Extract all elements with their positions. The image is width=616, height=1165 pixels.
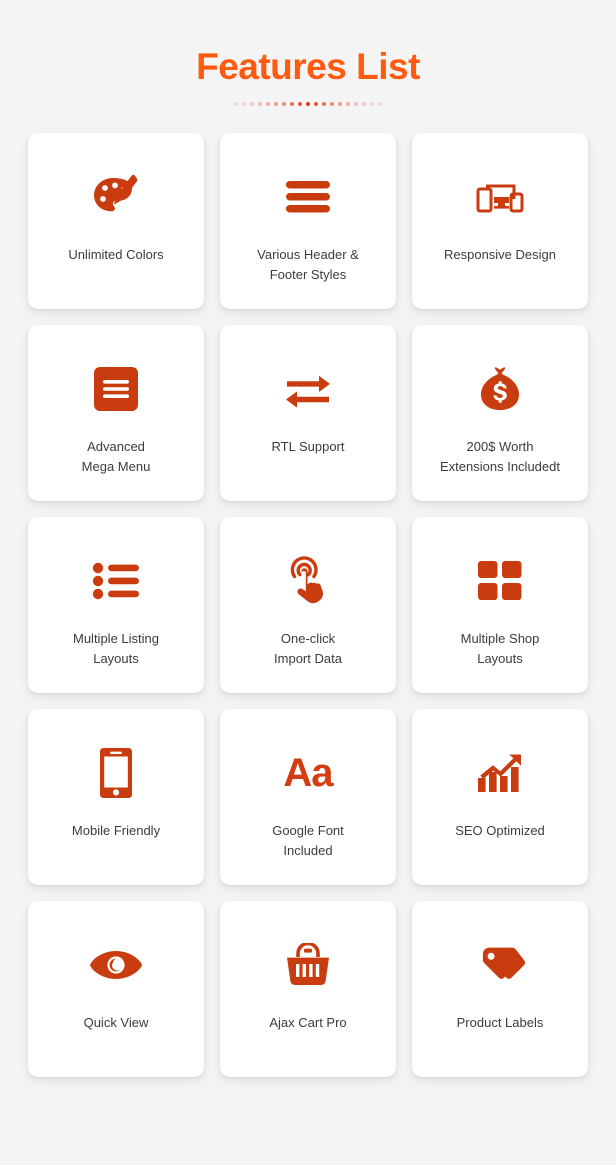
feature-card-label: Google Font Included bbox=[272, 823, 344, 858]
feature-card-label: Multiple Listing Layouts bbox=[73, 631, 159, 666]
feature-card-label: One-click Import Data bbox=[274, 631, 342, 666]
divider-dot bbox=[338, 102, 342, 106]
feature-card[interactable]: Ajax Cart Pro bbox=[220, 901, 396, 1077]
feature-card[interactable]: Multiple Shop Layouts bbox=[412, 517, 588, 693]
divider-dot bbox=[250, 102, 254, 106]
divider-dot bbox=[306, 102, 310, 106]
divider-dot bbox=[378, 102, 382, 106]
divider-dot bbox=[266, 102, 270, 106]
shopping-basket-icon bbox=[230, 919, 386, 1011]
eye-icon bbox=[38, 919, 194, 1011]
divider-dot bbox=[314, 102, 318, 106]
page-header: Features List bbox=[0, 0, 616, 109]
menu-bars-icon bbox=[230, 151, 386, 243]
feature-card-label: SEO Optimized bbox=[455, 823, 545, 838]
feature-card-label: RTL Support bbox=[271, 439, 345, 454]
feature-card-label: Product Labels bbox=[456, 1015, 544, 1030]
feature-card[interactable]: One-click Import Data bbox=[220, 517, 396, 693]
features-grid: Unlimited Colors Various Header & Footer … bbox=[24, 133, 592, 1077]
feature-card-label: Various Header & Footer Styles bbox=[257, 247, 359, 282]
exchange-arrows-icon bbox=[230, 343, 386, 435]
feature-card[interactable]: Aa Google Font Included bbox=[220, 709, 396, 885]
money-bag-icon bbox=[422, 343, 578, 435]
divider-dot bbox=[322, 102, 326, 106]
feature-card-label: Quick View bbox=[83, 1015, 149, 1030]
feature-card[interactable]: Multiple Listing Layouts bbox=[28, 517, 204, 693]
divider-dot bbox=[354, 102, 358, 106]
features-list-page: Features List Unlimited Colors Various H… bbox=[0, 0, 616, 1165]
feature-card-label: 200$ Worth Extensions Includedt bbox=[440, 439, 560, 474]
feature-card[interactable]: Various Header & Footer Styles bbox=[220, 133, 396, 309]
divider-dot bbox=[290, 102, 294, 106]
feature-card[interactable]: SEO Optimized bbox=[412, 709, 588, 885]
click-hand-icon bbox=[230, 535, 386, 627]
typography-aa-icon: Aa bbox=[283, 751, 333, 795]
divider-dot bbox=[330, 102, 334, 106]
dot-divider bbox=[213, 99, 403, 109]
feature-card-label: Multiple Shop Layouts bbox=[460, 631, 540, 666]
feature-card[interactable]: Product Labels bbox=[412, 901, 588, 1077]
feature-card[interactable]: Mobile Friendly bbox=[28, 709, 204, 885]
feature-card-label: Unlimited Colors bbox=[68, 247, 164, 262]
grid-squares-icon bbox=[422, 535, 578, 627]
bullet-list-icon bbox=[38, 535, 194, 627]
responsive-devices-icon bbox=[422, 151, 578, 243]
feature-card[interactable]: RTL Support bbox=[220, 325, 396, 501]
feature-card[interactable]: Quick View bbox=[28, 901, 204, 1077]
feature-card[interactable]: Responsive Design bbox=[412, 133, 588, 309]
feature-card[interactable]: 200$ Worth Extensions Includedt bbox=[412, 325, 588, 501]
divider-dot bbox=[242, 102, 246, 106]
palette-icon bbox=[38, 151, 194, 243]
page-title: Features List bbox=[196, 46, 420, 87]
divider-dot bbox=[258, 102, 262, 106]
feature-card[interactable]: Advanced Mega Menu bbox=[28, 325, 204, 501]
mobile-phone-icon bbox=[38, 727, 194, 819]
price-tags-icon bbox=[422, 919, 578, 1011]
divider-dot bbox=[274, 102, 278, 106]
divider-dot bbox=[298, 102, 302, 106]
feature-card-label: Mobile Friendly bbox=[71, 823, 161, 838]
divider-dot bbox=[362, 102, 366, 106]
feature-card-label: Responsive Design bbox=[443, 247, 556, 262]
mega-menu-icon bbox=[38, 343, 194, 435]
divider-dot bbox=[282, 102, 286, 106]
growth-chart-icon bbox=[422, 727, 578, 819]
divider-dot bbox=[234, 102, 238, 106]
feature-card-label: Ajax Cart Pro bbox=[269, 1015, 347, 1030]
divider-dot bbox=[370, 102, 374, 106]
feature-card[interactable]: Unlimited Colors bbox=[28, 133, 204, 309]
feature-card-label: Advanced Mega Menu bbox=[81, 439, 151, 474]
divider-dot bbox=[346, 102, 350, 106]
